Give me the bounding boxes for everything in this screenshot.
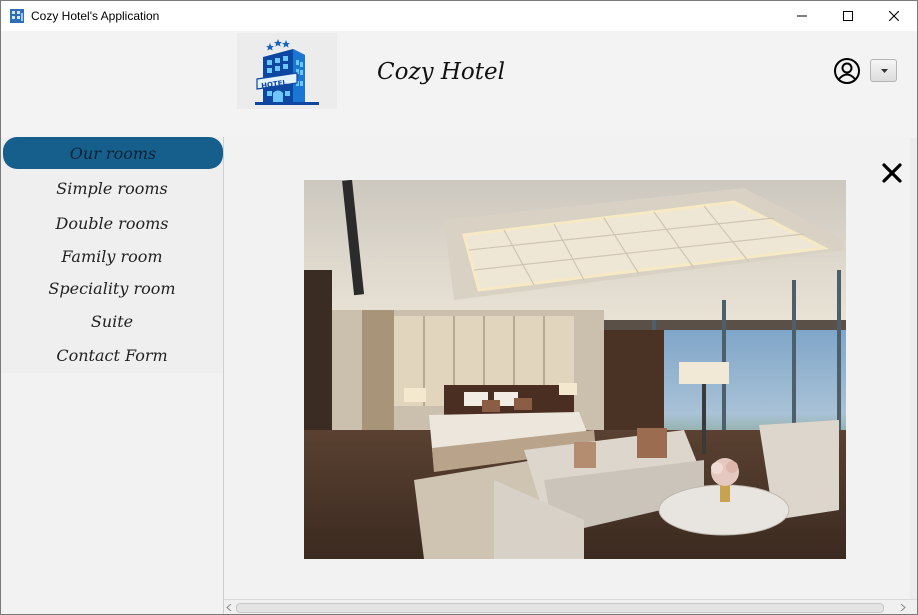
chevron-down-icon [881, 69, 888, 73]
sidebar: Our rooms Simple rooms Double rooms Fami… [1, 137, 224, 614]
rooms-menu: Our rooms Simple rooms Double rooms Fami… [1, 137, 223, 373]
app-window: Cozy Hotel's Application HOTEL Cozy Hote… [0, 0, 918, 615]
minimize-button[interactable] [779, 1, 825, 31]
close-icon [889, 11, 899, 21]
menu-item-suite[interactable]: Suite [1, 307, 223, 337]
maximize-button[interactable] [825, 1, 871, 31]
user-menu-dropdown[interactable] [870, 59, 897, 82]
title-bar: Cozy Hotel's Application [1, 1, 917, 31]
vertical-scrollbar[interactable] [910, 138, 917, 599]
menu-item-double-rooms[interactable]: Double rooms [1, 209, 223, 239]
menu-item-family-room[interactable]: Family room [1, 242, 223, 272]
close-window-button[interactable] [871, 1, 917, 31]
minimize-icon [797, 15, 807, 17]
scroll-right-icon[interactable] [900, 604, 906, 611]
brand-title: Cozy Hotel [377, 59, 505, 85]
content-area [224, 137, 917, 601]
horizontal-scrollbar[interactable] [224, 599, 917, 614]
app-header: HOTEL Cozy Hotel [1, 31, 917, 138]
maximize-icon [843, 11, 853, 21]
app-icon [10, 9, 24, 23]
window-title: Cozy Hotel's Application [31, 9, 160, 23]
scroll-thumb[interactable] [236, 603, 884, 613]
hotel-room-photo [304, 180, 846, 559]
user-circle-icon[interactable] [833, 57, 861, 85]
hotel-logo-icon: HOTEL [255, 39, 319, 105]
menu-item-simple-rooms[interactable]: Simple rooms [1, 174, 223, 204]
hotel-logo: HOTEL [237, 33, 337, 109]
menu-item-our-rooms[interactable]: Our rooms [3, 137, 223, 169]
close-x-icon[interactable] [881, 162, 903, 184]
menu-item-speciality-room[interactable]: Speciality room [1, 274, 223, 304]
menu-item-contact-form[interactable]: Contact Form [1, 341, 223, 371]
scroll-left-icon[interactable] [226, 604, 232, 611]
